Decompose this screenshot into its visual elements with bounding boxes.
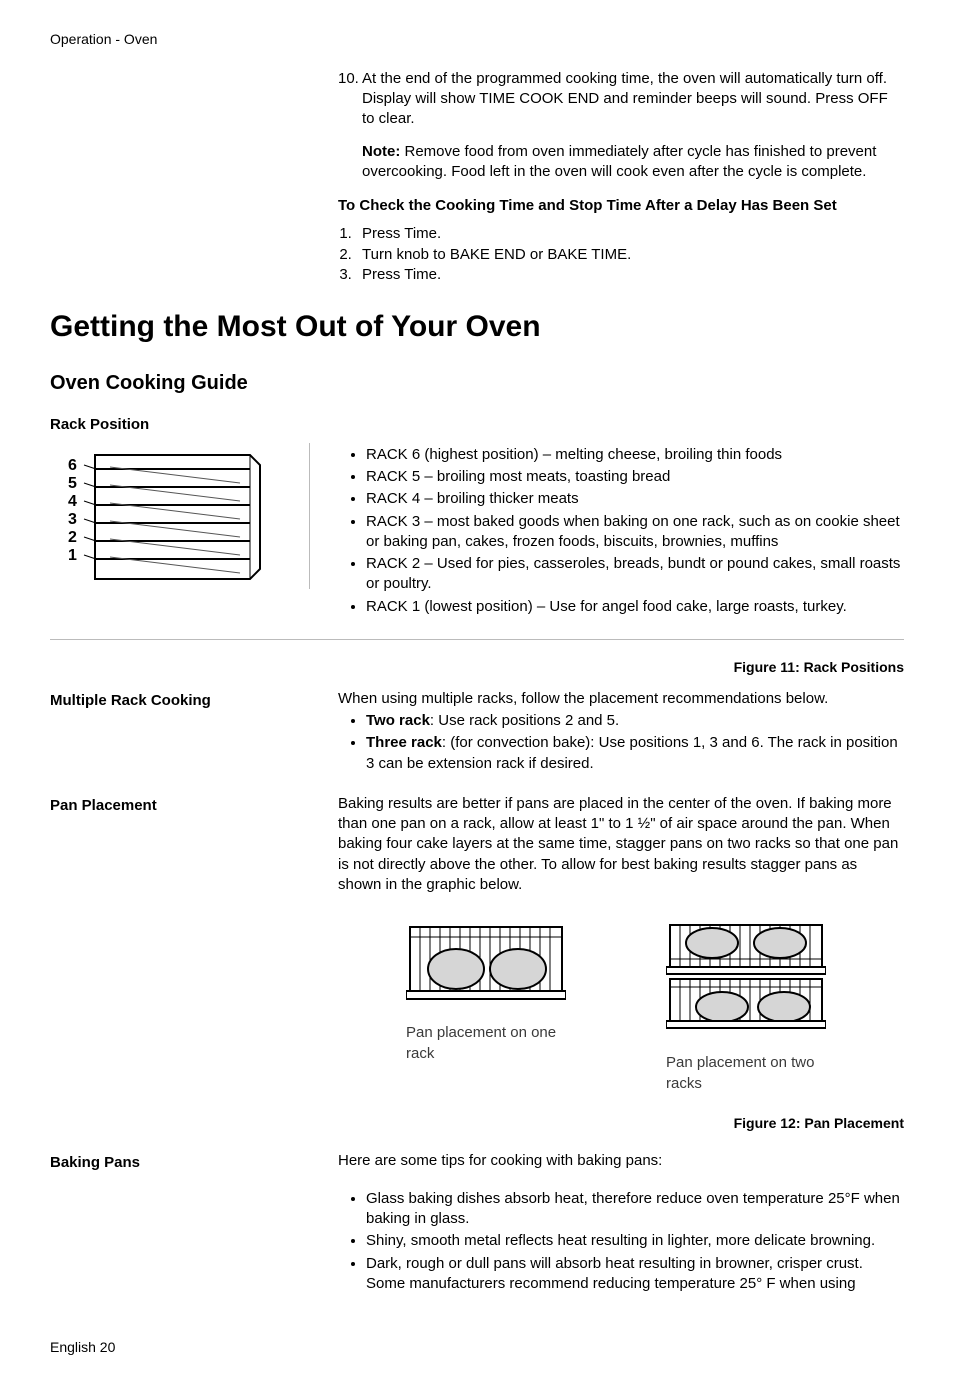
section-title: Getting the Most Out of Your Oven: [50, 307, 904, 348]
rack-item: RACK 2 – Used for pies, casseroles, brea…: [366, 554, 904, 595]
check-step: Press Time.: [356, 265, 904, 285]
page-footer: English 20: [50, 1338, 904, 1357]
rack-positions-figure: 6 5 4 3 2 1: [50, 443, 310, 589]
baking-tip: Glass baking dishes absorb heat, therefo…: [366, 1189, 904, 1230]
rack-position-heading: Rack Position: [50, 415, 904, 435]
rack-item: RACK 5 – broiling most meats, toasting b…: [366, 467, 904, 487]
pan-figure-two-racks: Pan placement on two racks: [666, 921, 836, 1094]
subsection-title: Oven Cooking Guide: [50, 370, 904, 397]
note-text: Remove food from oven immediately after …: [362, 143, 876, 180]
pan-fig2-label: Pan placement on two racks: [666, 1053, 836, 1094]
baking-pans-heading: Baking Pans: [50, 1151, 338, 1173]
svg-text:5: 5: [68, 475, 77, 492]
rack-item: RACK 1 (lowest position) – Use for angel…: [366, 597, 904, 617]
rack-item: RACK 4 – broiling thicker meats: [366, 489, 904, 509]
svg-text:6: 6: [68, 457, 77, 474]
step-number: 10.: [338, 69, 362, 130]
svg-text:3: 3: [68, 511, 77, 528]
baking-pans-intro: Here are some tips for cooking with baki…: [338, 1151, 904, 1171]
pan-placement-heading: Pan Placement: [50, 794, 338, 816]
check-step: Turn knob to BAKE END or BAKE TIME.: [356, 245, 904, 265]
multiple-rack-intro: When using multiple racks, follow the pl…: [338, 689, 904, 709]
figure-11-caption: Figure 11: Rack Positions: [50, 658, 904, 677]
check-heading: To Check the Cooking Time and Stop Time …: [338, 196, 904, 216]
multi-rack-item: Three rack: (for convection bake): Use p…: [366, 733, 904, 774]
note-label: Note:: [362, 143, 400, 160]
svg-text:2: 2: [68, 529, 77, 546]
step-text: At the end of the programmed cooking tim…: [362, 69, 904, 130]
multiple-rack-heading: Multiple Rack Cooking: [50, 689, 338, 711]
svg-text:1: 1: [68, 547, 77, 564]
running-header: Operation - Oven: [50, 30, 904, 49]
multi-rack-item: Two rack: Use rack positions 2 and 5.: [366, 711, 904, 731]
rack-item: RACK 3 – most baked goods when baking on…: [366, 512, 904, 553]
pan-placement-text: Baking results are better if pans are pl…: [338, 794, 904, 895]
baking-tip: Shiny, smooth metal reflects heat result…: [366, 1231, 904, 1251]
svg-text:4: 4: [68, 493, 77, 510]
pan-figure-one-rack: Pan placement on one rack: [406, 921, 576, 1094]
figure-12-caption: Figure 12: Pan Placement: [338, 1114, 904, 1133]
rack-item: RACK 6 (highest position) – melting chee…: [366, 445, 904, 465]
baking-tip: Dark, rough or dull pans will absorb hea…: [366, 1254, 904, 1295]
pan-fig1-label: Pan placement on one rack: [406, 1023, 576, 1064]
check-step: Press Time.: [356, 224, 904, 244]
